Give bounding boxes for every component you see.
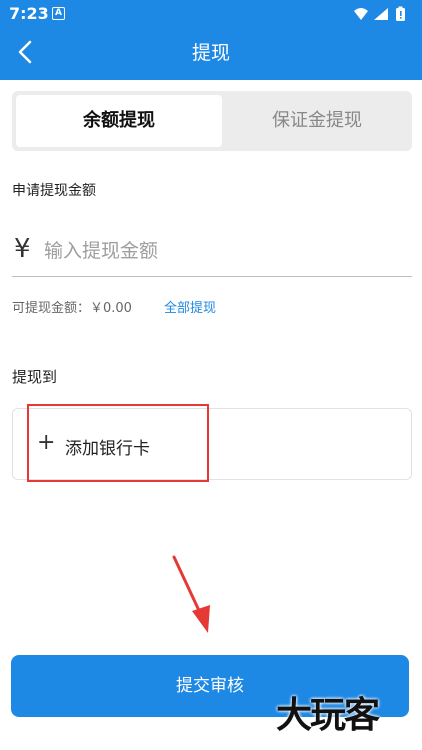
amount-row: ¥ xyxy=(12,230,412,277)
wifi-icon xyxy=(354,8,368,20)
withdraw-tabs: 余额提现 保证金提现 xyxy=(12,91,412,151)
notification-icon: A xyxy=(52,7,65,20)
page-title: 提现 xyxy=(191,42,230,64)
status-bar: 7:23 A xyxy=(0,0,422,28)
signal-icon xyxy=(374,8,388,20)
available-amount: 可提现金额：￥0.00 xyxy=(12,301,132,316)
currency-symbol: ¥ xyxy=(14,234,31,264)
watermark-logo: 大玩客 xyxy=(276,695,380,736)
withdraw-all-link[interactable]: 全部提现 xyxy=(164,297,216,316)
tab-balance-withdraw[interactable]: 余额提现 xyxy=(16,95,222,147)
amount-input[interactable] xyxy=(42,232,406,270)
annotation-highlight-box xyxy=(27,404,209,482)
status-time: 7:23 xyxy=(9,4,49,23)
amount-label: 申请提现金额 xyxy=(12,183,96,199)
tab-deposit-withdraw[interactable]: 保证金提现 xyxy=(226,95,408,147)
status-icons xyxy=(354,6,405,21)
battery-icon xyxy=(396,6,405,21)
destination-label: 提现到 xyxy=(12,368,58,386)
app-header: 7:23 A 提现 xyxy=(0,0,422,80)
annotation-arrow-icon xyxy=(172,555,210,633)
